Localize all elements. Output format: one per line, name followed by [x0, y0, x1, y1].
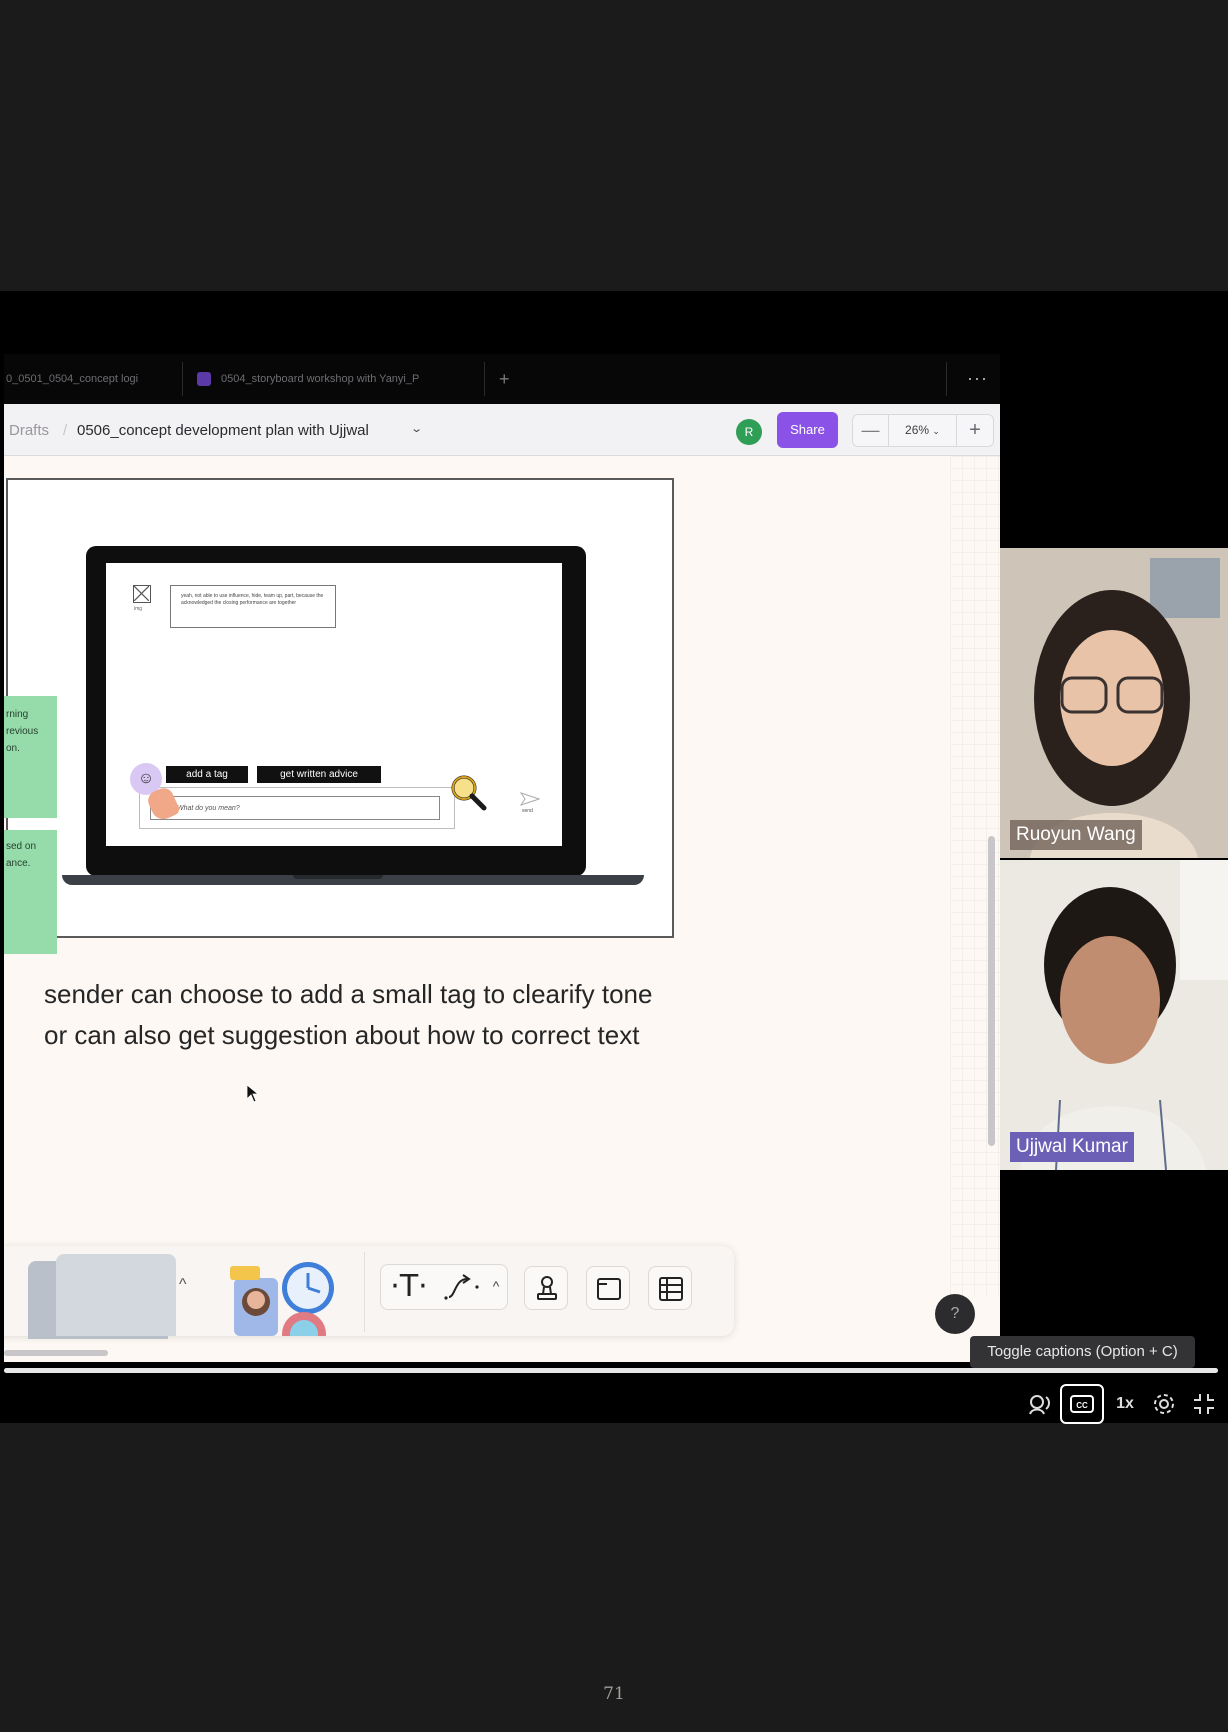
sticky-note[interactable]: sed on ance. [4, 830, 57, 954]
cc-label: CC [1076, 1401, 1088, 1410]
tab-label: 0_0501_0504_concept logi [6, 373, 139, 385]
chevron-up-icon[interactable]: ^ [179, 1276, 187, 1294]
participant-video-frame [1000, 548, 1228, 858]
vertical-scrollbar[interactable] [988, 836, 995, 1146]
table-icon [659, 1277, 683, 1301]
chevron-up-icon[interactable]: ^ [485, 1265, 507, 1309]
storyboard-frame[interactable]: img yeah, not able to use influence, hid… [6, 478, 674, 938]
connector-tool-icon[interactable] [441, 1265, 485, 1309]
chevron-down-icon[interactable]: ⌄ [410, 422, 423, 435]
tab-storyboard-workshop[interactable]: 0504_storyboard workshop with Yanyi_P [197, 354, 477, 404]
text-tool[interactable]: ·T· [381, 1265, 437, 1309]
captions-tooltip: Toggle captions (Option + C) [970, 1336, 1195, 1368]
share-button[interactable]: Share [777, 412, 838, 448]
participant-name: Ruoyun Wang [1010, 820, 1142, 850]
file-name[interactable]: 0506_concept development plan with Ujjwa… [77, 422, 369, 439]
storyboard-description[interactable]: sender can choose to add a small tag to … [44, 974, 664, 1056]
participant-video-tile[interactable]: Ujjwal Kumar [1000, 860, 1228, 1170]
horizontal-scrollbar[interactable] [4, 1350, 108, 1356]
page-number: 71 [603, 1684, 625, 1704]
stickers-widgets-icon[interactable] [224, 1256, 334, 1336]
send-label: send [522, 808, 533, 814]
closed-captions-icon: CC [1070, 1395, 1094, 1413]
audio-description-button[interactable] [1024, 1384, 1056, 1424]
help-button[interactable]: ? [935, 1294, 975, 1334]
templates-tray-page [56, 1254, 176, 1336]
add-tag-button: add a tag [166, 766, 248, 783]
laptop-notch [293, 875, 383, 879]
breadcrumb-separator: / [63, 422, 68, 439]
tab-label: 0504_storyboard workshop with Yanyi_P [221, 373, 420, 385]
zoom-in-button[interactable]: + [957, 415, 993, 446]
stamp-icon [537, 1276, 557, 1300]
audio-description-icon [1029, 1395, 1050, 1415]
more-options-icon[interactable]: ··· [967, 354, 988, 404]
fullscreen-exit-button[interactable] [1188, 1384, 1220, 1424]
figjam-canvas[interactable]: img yeah, not able to use influence, hid… [4, 456, 1000, 1362]
image-placeholder-icon [133, 585, 151, 603]
video-progress-fill [4, 1368, 1218, 1373]
text-tool-label: T [399, 1269, 419, 1304]
sticky-note[interactable]: rning revious on. [4, 696, 57, 818]
laptop-screen: img yeah, not able to use influence, hid… [106, 563, 562, 846]
stamp-tool[interactable] [524, 1266, 568, 1310]
section-icon [597, 1278, 621, 1300]
get-written-advice-button: get written advice [257, 766, 381, 783]
message-preview: yeah, not able to use influence, hide, t… [170, 585, 336, 628]
message-input: What do you mean? [150, 796, 440, 820]
send-icon [520, 792, 540, 806]
table-tool[interactable] [648, 1266, 692, 1310]
tab-concept-logic[interactable]: 0_0501_0504_concept logi [6, 354, 164, 404]
breadcrumb-drafts[interactable]: Drafts [9, 422, 49, 439]
playback-speed-button[interactable]: 1x [1110, 1384, 1140, 1424]
figma-top-bar: Drafts / 0506_concept development plan w… [4, 404, 1000, 456]
magnifier-icon [451, 775, 487, 811]
section-tool[interactable] [586, 1266, 630, 1310]
participant-video-frame [1000, 860, 1228, 1170]
zoom-out-button[interactable]: — [853, 415, 889, 446]
settings-button[interactable] [1148, 1384, 1180, 1424]
zoom-level-dropdown[interactable]: 26% ⌄ [889, 415, 957, 446]
captions-button[interactable]: CC [1060, 1384, 1104, 1424]
figjam-file-icon [197, 372, 211, 386]
figma-tab-bar: 0_0501_0504_concept logi 0504_storyboard… [4, 354, 1000, 404]
video-progress-bar[interactable] [4, 1368, 1218, 1373]
avatar[interactable]: R [736, 419, 762, 445]
zoom-control: — 26% ⌄ + [852, 414, 994, 447]
figjam-toolbar: ^ ·T· ^ [4, 1246, 734, 1339]
chevron-down-icon: ⌄ [932, 426, 940, 436]
zoom-level: 26% [905, 423, 930, 437]
gear-icon [1154, 1394, 1174, 1414]
exit-fullscreen-icon [1194, 1394, 1214, 1414]
text-connector-group: ·T· ^ [380, 1264, 508, 1310]
mouse-cursor-icon [247, 1085, 259, 1103]
participant-video-tile[interactable]: Ruoyun Wang [1000, 548, 1228, 858]
new-tab-icon[interactable]: + [499, 354, 510, 404]
image-label: img [134, 606, 143, 612]
participant-name: Ujjwal Kumar [1010, 1132, 1134, 1162]
